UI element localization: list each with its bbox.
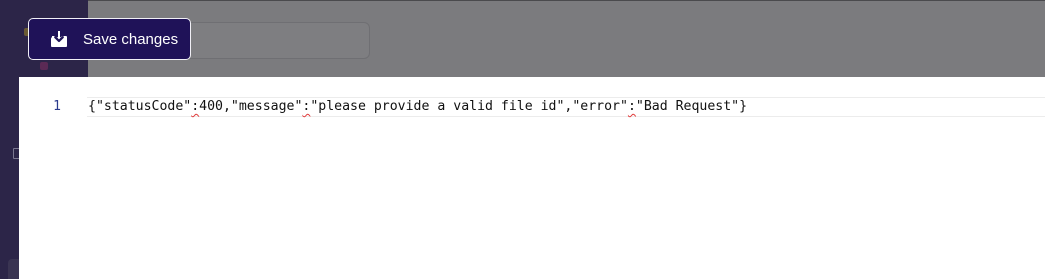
code-token: 400,"message" [199, 99, 303, 114]
sidebar-item-icon[interactable] [40, 62, 48, 70]
download-tray-icon [49, 29, 69, 49]
code-token: {"statusCode" [88, 99, 192, 114]
lint-warning-token: : [191, 99, 200, 114]
code-token: "Bad Request"} [635, 99, 748, 114]
window-top-border [0, 0, 1045, 1]
save-button-label: Save changes [83, 30, 179, 48]
code-line[interactable]: {"statusCode":400,"message":"please prov… [88, 98, 747, 115]
lint-warning-token: : [627, 99, 636, 114]
search-input[interactable] [175, 22, 370, 59]
save-button[interactable]: Save changes [28, 18, 191, 60]
code-editor[interactable]: 1 {"statusCode":400,"message":"please pr… [19, 77, 1045, 279]
code-token: "please provide a valid file id","error" [310, 99, 628, 114]
line-number: 1 [53, 99, 61, 114]
